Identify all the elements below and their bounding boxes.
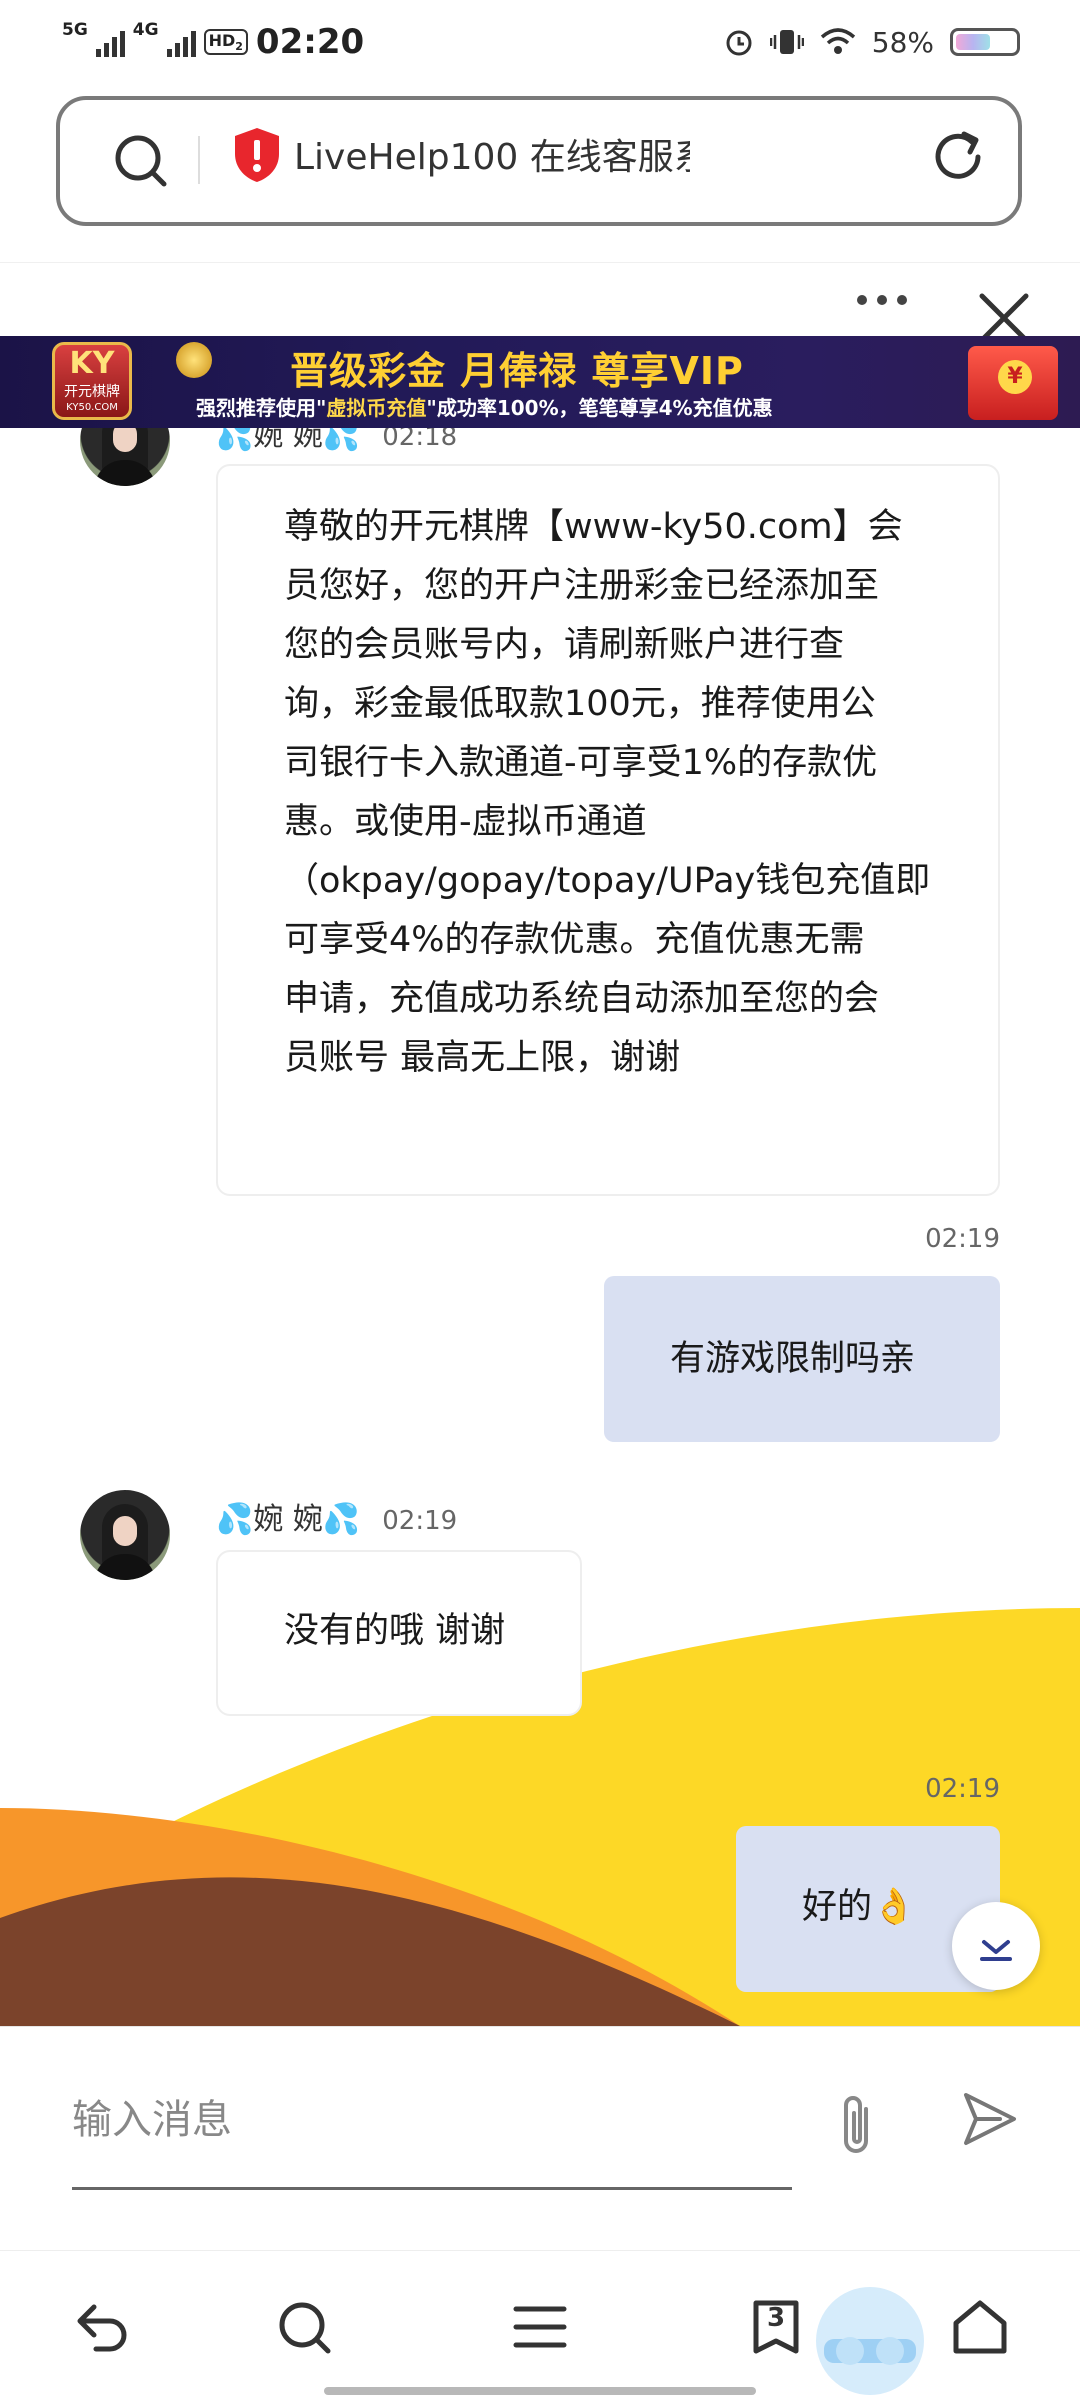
wifi-icon <box>820 28 855 54</box>
message-time: 02:19 <box>382 1506 458 1536</box>
message-line: 询，彩金最低取款100元，推荐使用公 <box>284 684 876 724</box>
network-4g-label: 4G <box>132 20 159 40</box>
back-icon[interactable] <box>70 2295 134 2359</box>
ad-logo: KY 开元棋牌 KY50.COM <box>52 342 132 420</box>
status-bar: 5G 4G HD2 02:20 58% <box>0 0 1080 82</box>
message-line: （okpay/gopay/topay/UPay钱包充值即 <box>284 861 931 901</box>
ad-subtitle: 强烈推荐使用"虚拟币充值"成功率100%，笔笔尊享4%充值优惠 <box>196 392 876 421</box>
tabs-count: 3 <box>766 2303 786 2333</box>
message-line: 惠。或使用-虚拟币通道 <box>284 802 647 842</box>
message-text: 尊敬的开元棋牌【www-ky50.com】会 员您好，您的开户注册彩金已经添加至… <box>284 498 984 1088</box>
vibrate-icon <box>769 30 804 54</box>
ad-logo-domain: KY50.COM <box>66 402 118 413</box>
ad-sub-c: "成功率100%，笔笔尊享4%充值优惠 <box>426 396 773 420</box>
chevron-down-icon <box>980 1940 1012 1961</box>
message-time: 02:19 <box>925 1774 1000 1804</box>
scroll-to-bottom-button[interactable] <box>952 1902 1040 1990</box>
hd-sub: 2 <box>235 40 243 54</box>
signal-icon-2 <box>166 27 196 57</box>
signal-icon <box>95 27 125 57</box>
chat-header <box>0 262 1080 338</box>
avatar-face <box>113 428 137 452</box>
address-bar[interactable]: LiveHelp100 在线客服系统- 聊天窗口 <box>56 96 1022 226</box>
message-line: 尊敬的开元棋牌【www-ky50.com】会 <box>284 507 903 547</box>
attachment-icon[interactable] <box>830 2091 886 2161</box>
search-icon[interactable] <box>108 128 174 194</box>
ad-title: 晋级彩金 月俸禄 尊享VIP <box>290 349 744 393</box>
agent-avatar[interactable] <box>80 1490 170 1580</box>
ad-banner[interactable]: KY 开元棋牌 KY50.COM 晋级彩金 月俸禄 尊享VIP 强烈推荐使用"虚… <box>0 336 1080 428</box>
battery-fill <box>956 34 990 50</box>
status-left: 5G 4G HD2 02:20 <box>62 20 364 64</box>
message-header: 💦婉 婉💦 02:19 <box>216 1494 457 1538</box>
avatar-face <box>113 1516 137 1546</box>
message-input[interactable]: 输入消息 <box>72 2087 232 2145</box>
reload-icon[interactable] <box>928 126 990 188</box>
message-time: 02:19 <box>925 1224 1000 1254</box>
message-bubble-outgoing[interactable]: 有游戏限制吗亲 <box>604 1276 1000 1442</box>
ad-sub-a: 强烈推荐使用" <box>196 396 327 420</box>
send-icon[interactable] <box>960 2089 1020 2149</box>
message-line: 申请，充值成功系统自动添加至您的会 <box>284 979 880 1019</box>
more-options-icon[interactable] <box>852 290 912 310</box>
ad-logo-name: 开元棋牌 <box>64 384 120 400</box>
message-text: 有游戏限制吗亲 <box>670 1339 916 1379</box>
message-line: 您的会员账号内，请刷新账户进行查 <box>284 625 845 665</box>
sender-name: 💦婉 婉💦 <box>216 428 361 453</box>
sender-name: 💦婉 婉💦 <box>216 1502 361 1537</box>
gesture-home-bar[interactable] <box>324 2387 756 2395</box>
message-composer: 输入消息 <box>0 2026 1080 2251</box>
ad-logo-letters: KY <box>69 346 115 381</box>
message-bubble-incoming[interactable]: 尊敬的开元棋牌【www-ky50.com】会 员您好，您的开户注册彩金已经添加至… <box>216 464 1000 1196</box>
message-header: 💦婉 婉💦 02:18 <box>216 428 457 454</box>
message-line: 可享受4%的存款优惠。充值优惠无需 <box>284 920 865 960</box>
home-icon[interactable] <box>948 2295 1012 2359</box>
message-text: 好的👌 <box>802 1887 916 1927</box>
address-divider <box>198 136 200 184</box>
message-time: 02:18 <box>382 428 458 452</box>
hd-badge: HD2 <box>203 28 248 56</box>
message-bubble-incoming[interactable]: 没有的哦 谢谢 <box>216 1550 582 1716</box>
message-text: 没有的哦 谢谢 <box>284 1611 506 1651</box>
status-right: 58% <box>724 20 1020 64</box>
message-line: 员您好，您的开户注册彩金已经添加至 <box>284 566 880 606</box>
assistant-mascot-icon[interactable] <box>810 2281 930 2401</box>
security-warning-shield-icon[interactable] <box>232 126 282 184</box>
tabs-button[interactable]: 3 <box>744 2295 808 2359</box>
clock: 02:20 <box>255 22 365 62</box>
yuan-symbol: ¥ <box>998 360 1032 394</box>
menu-icon[interactable] <box>508 2295 572 2359</box>
alarm-icon <box>726 30 752 56</box>
hd-label: HD <box>208 30 236 50</box>
battery-percent: 58% <box>871 25 934 59</box>
battery-icon <box>950 28 1020 56</box>
browser-bottom-nav: 3 <box>0 2250 1080 2401</box>
red-envelope-icon: ¥ <box>968 346 1058 420</box>
ad-sub-b: 虚拟币充值 <box>326 396 427 420</box>
network-5g-label: 5G <box>62 20 88 40</box>
message-line: 员账号 最高无上限，谢谢 <box>284 1038 681 1078</box>
chat-messages[interactable]: 💦婉 婉💦 02:18 尊敬的开元棋牌【www-ky50.com】会 员您好，您… <box>0 428 1080 2026</box>
search-icon[interactable] <box>272 2295 336 2359</box>
page-title-url[interactable]: LiveHelp100 在线客服系统- 聊天窗口 <box>294 128 690 188</box>
input-underline <box>72 2187 792 2190</box>
message-line: 司银行卡入款通道-可享受1%的存款优 <box>284 743 878 783</box>
coin-icon <box>176 342 212 378</box>
